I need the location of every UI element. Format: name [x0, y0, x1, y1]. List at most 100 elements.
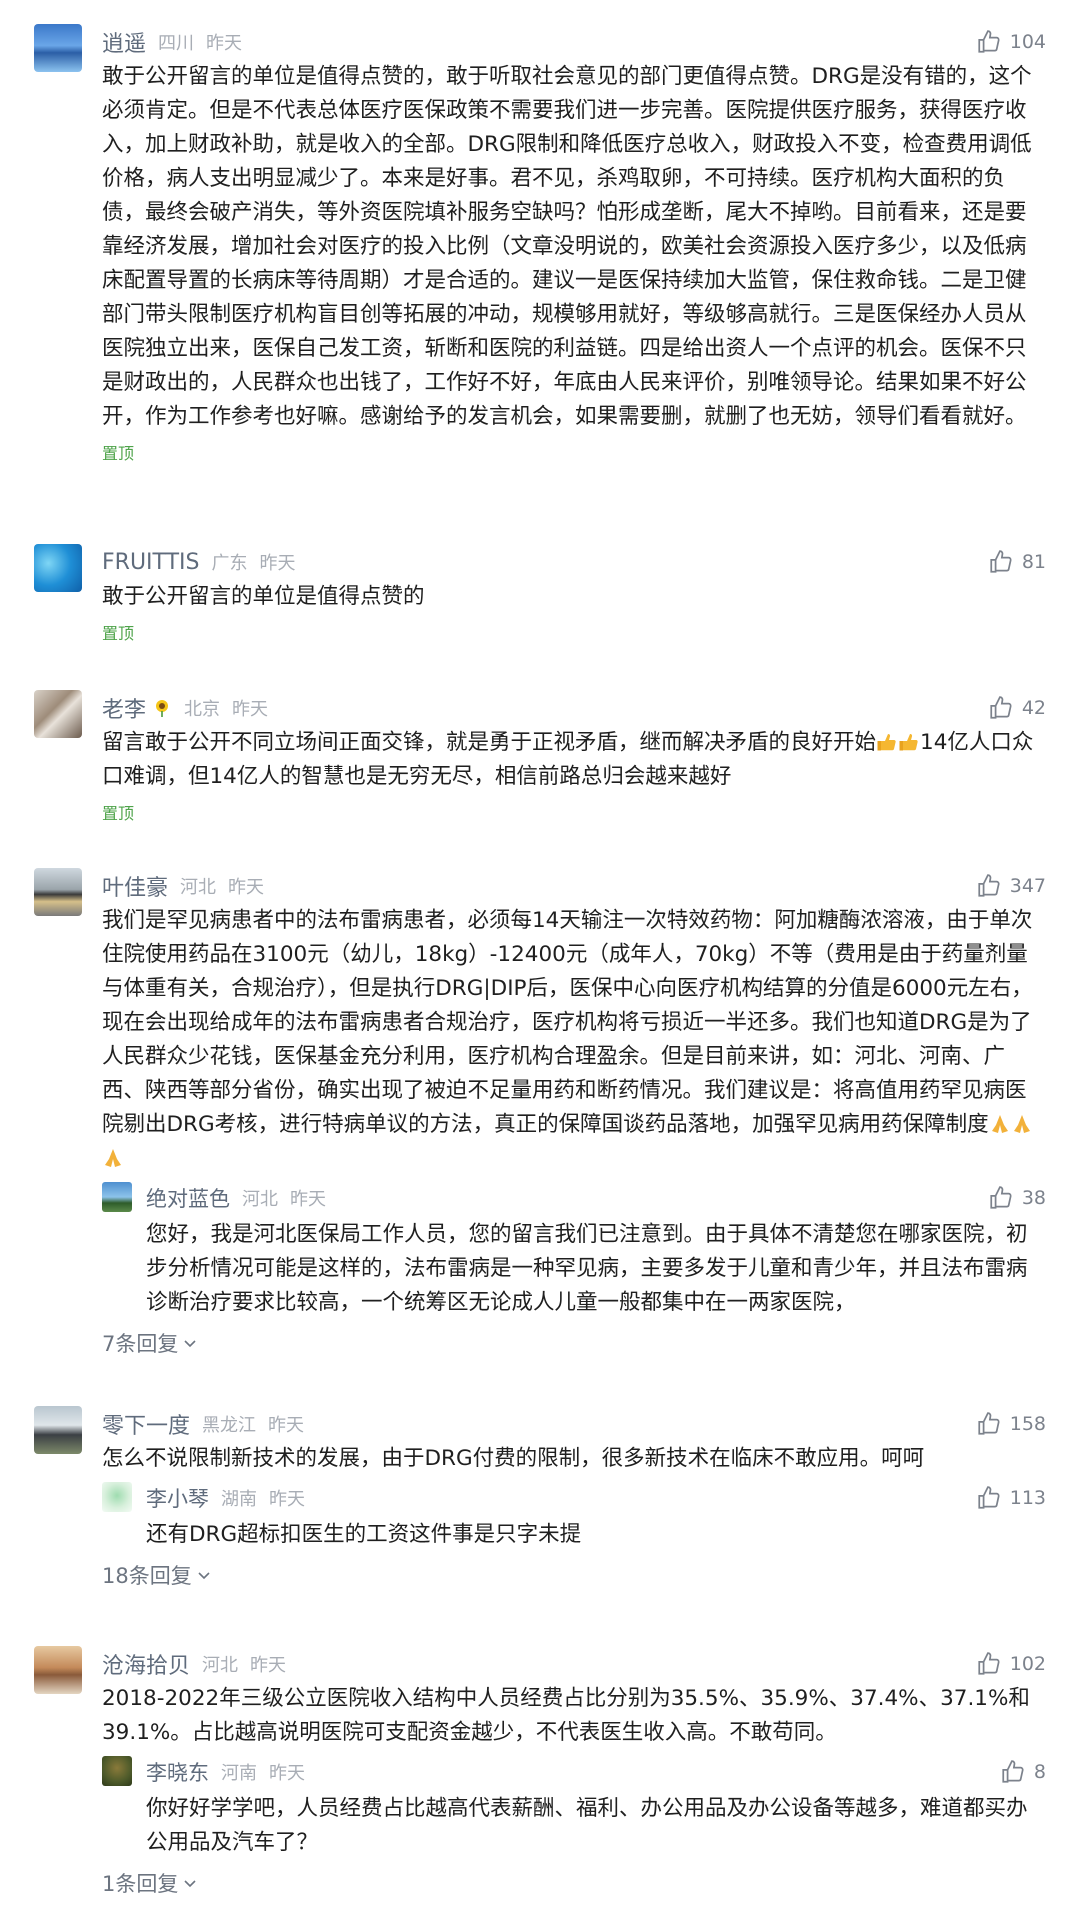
like-button[interactable]: 347	[976, 873, 1046, 899]
thumbs-up-emoji-icon	[877, 734, 896, 751]
timestamp: 昨天	[259, 553, 296, 574]
avatar[interactable]	[34, 24, 82, 72]
pinned-badge: 置顶	[102, 804, 135, 823]
like-button[interactable]: 8	[1000, 1759, 1046, 1785]
thumbs-up-icon	[978, 1486, 1000, 1509]
thumbs-up-emoji-icon	[899, 734, 918, 751]
username[interactable]: 李小琴	[146, 1483, 209, 1513]
like-count: 102	[1009, 1653, 1046, 1675]
view-replies-label: 7条回复	[102, 1332, 179, 1356]
region: 河南	[221, 1763, 257, 1784]
timestamp: 昨天	[232, 699, 269, 720]
comment: FRUITTIS 广东 昨天 81 敢于公开留言的单位是值得点赞的 置顶	[34, 544, 1080, 644]
comment-text: 留言敢于公开不同立场间正面交锋，就是勇于正视矛盾，继而解决矛盾的良好开始 14亿人…	[102, 726, 1046, 794]
region: 黑龙江	[202, 1415, 257, 1436]
view-replies-label: 1条回复	[102, 1872, 179, 1896]
timestamp: 昨天	[290, 1189, 326, 1210]
reply-text: 你好好学学吧，人员经费占比越高代表薪酬、福利、办公用品及办公设备等越多，难道都买…	[146, 1796, 1028, 1855]
thumbs-up-icon	[990, 550, 1012, 573]
reply-meta: 绝对蓝色 河北 昨天 38	[146, 1182, 1046, 1214]
comment: 逍遥 四川 昨天 104 敢于公开留言的单位是值得点赞的，敢于听取社会意见的部门…	[34, 24, 1080, 464]
avatar[interactable]	[34, 1646, 82, 1694]
comment-text: 怎么不说限制新技术的发展，由于DRG付费的限制，很多新技术在临床不敢应用。呵呵	[102, 1446, 925, 1471]
like-button[interactable]: 104	[976, 29, 1046, 55]
chevron-down-icon	[184, 1340, 196, 1348]
region: 河北	[242, 1189, 278, 1210]
region: 河北	[180, 877, 217, 898]
comment-text: 敢于公开留言的单位是值得点赞的	[102, 584, 425, 609]
comment-meta: FRUITTIS 广东 昨天 81	[102, 544, 1046, 580]
comment-meta: 叶佳豪 河北 昨天 347	[102, 868, 1046, 904]
like-count: 42	[1021, 697, 1046, 719]
like-count: 104	[1009, 31, 1046, 53]
comment-meta: 沧海拾贝 河北 昨天 102	[102, 1646, 1046, 1682]
like-count: 81	[1021, 551, 1046, 573]
comment: 老李 北京 昨天 42 留言敢于公开不同立场间正面交锋，就是勇于正视矛盾，继而解…	[34, 690, 1080, 824]
pinned-badge: 置顶	[102, 624, 135, 643]
username[interactable]: 逍遥	[102, 26, 146, 58]
region: 北京	[184, 699, 221, 720]
like-button[interactable]: 102	[976, 1651, 1046, 1677]
like-button[interactable]: 113	[976, 1485, 1046, 1511]
pinned-badge: 置顶	[102, 444, 135, 463]
thumbs-up-icon	[978, 874, 1000, 897]
sunflower-icon	[156, 700, 169, 717]
username[interactable]: FRUITTIS	[102, 550, 199, 575]
view-replies-button[interactable]: 1条回复	[102, 1868, 198, 1898]
pray-emoji-icon	[991, 1115, 1008, 1133]
like-count: 38	[1021, 1187, 1046, 1209]
reply: 李小琴 湖南 昨天 113 还有DRG超标扣医生的工资这件事是只字未提	[102, 1482, 1046, 1552]
reply-text: 还有DRG超标扣医生的工资这件事是只字未提	[146, 1522, 582, 1547]
timestamp: 昨天	[269, 1763, 305, 1784]
like-count: 158	[1009, 1413, 1046, 1435]
username[interactable]: 老李	[102, 692, 146, 724]
like-button[interactable]: 38	[988, 1185, 1046, 1211]
like-button[interactable]: 42	[988, 695, 1046, 721]
timestamp: 昨天	[250, 1655, 287, 1676]
like-button[interactable]: 158	[976, 1411, 1046, 1437]
reply-avatar[interactable]	[102, 1482, 132, 1512]
like-count: 8	[1033, 1761, 1046, 1783]
timestamp: 昨天	[268, 1415, 305, 1436]
view-replies-button[interactable]: 18条回复	[102, 1560, 212, 1590]
avatar[interactable]	[34, 1406, 82, 1454]
view-replies-button[interactable]: 7条回复	[102, 1328, 198, 1358]
chevron-down-icon	[184, 1880, 196, 1888]
username[interactable]: 绝对蓝色	[146, 1183, 230, 1213]
timestamp: 昨天	[206, 33, 243, 54]
region: 河北	[202, 1655, 239, 1676]
comment-meta: 逍遥 四川 昨天 104	[102, 24, 1046, 60]
reply: 绝对蓝色 河北 昨天 38 您好，我是河北医保局工作人员，您的留言我们已注意到。…	[102, 1182, 1046, 1320]
avatar[interactable]	[34, 868, 82, 916]
comment-text: 我们是罕见病患者中的法布雷病患者，必须每14天输注一次特效药物：阿加糖酶浓溶液，…	[102, 904, 1046, 1176]
region: 湖南	[221, 1489, 257, 1510]
username[interactable]: 沧海拾贝	[102, 1648, 190, 1680]
reply-avatar[interactable]	[102, 1182, 132, 1212]
comment: 叶佳豪 河北 昨天 347 我们是罕见病患者中的法布雷病患者，必须每14天输注一…	[34, 868, 1080, 1358]
region: 广东	[211, 553, 248, 574]
thumbs-up-icon	[978, 1412, 1000, 1435]
comment: 零下一度 黑龙江 昨天 158 怎么不说限制新技术的发展，由于DRG付费的限制，…	[34, 1406, 1080, 1590]
comment-meta: 老李 北京 昨天 42	[102, 690, 1046, 726]
reply-meta: 李晓东 河南 昨天 8	[146, 1756, 1046, 1788]
username[interactable]: 叶佳豪	[102, 870, 168, 902]
username[interactable]: 零下一度	[102, 1408, 190, 1440]
thumbs-up-icon	[990, 696, 1012, 719]
pray-emoji-icon	[105, 1149, 121, 1167]
reply-avatar[interactable]	[102, 1756, 132, 1786]
username[interactable]: 李晓东	[146, 1757, 209, 1787]
avatar[interactable]	[34, 690, 82, 738]
pray-emoji-icon	[1013, 1115, 1030, 1133]
like-count: 113	[1009, 1487, 1046, 1509]
timestamp: 昨天	[228, 877, 265, 898]
thumbs-up-icon	[978, 30, 1000, 53]
avatar[interactable]	[34, 544, 82, 592]
like-count: 347	[1009, 875, 1046, 897]
thumbs-up-icon	[1002, 1760, 1024, 1783]
comment: 沧海拾贝 河北 昨天 102 2018-2022年三级公立医院收入结构中人员经费…	[34, 1646, 1080, 1898]
like-button[interactable]: 81	[988, 549, 1046, 575]
reply-text: 您好，我是河北医保局工作人员，您的留言我们已注意到。由于具体不清楚您在哪家医院，…	[146, 1222, 1028, 1315]
comment-meta: 零下一度 黑龙江 昨天 158	[102, 1406, 1046, 1442]
comment-text-part: 留言敢于公开不同立场间正面交锋，就是勇于正视矛盾，继而解决矛盾的良好开始	[102, 730, 877, 755]
timestamp: 昨天	[269, 1489, 305, 1510]
